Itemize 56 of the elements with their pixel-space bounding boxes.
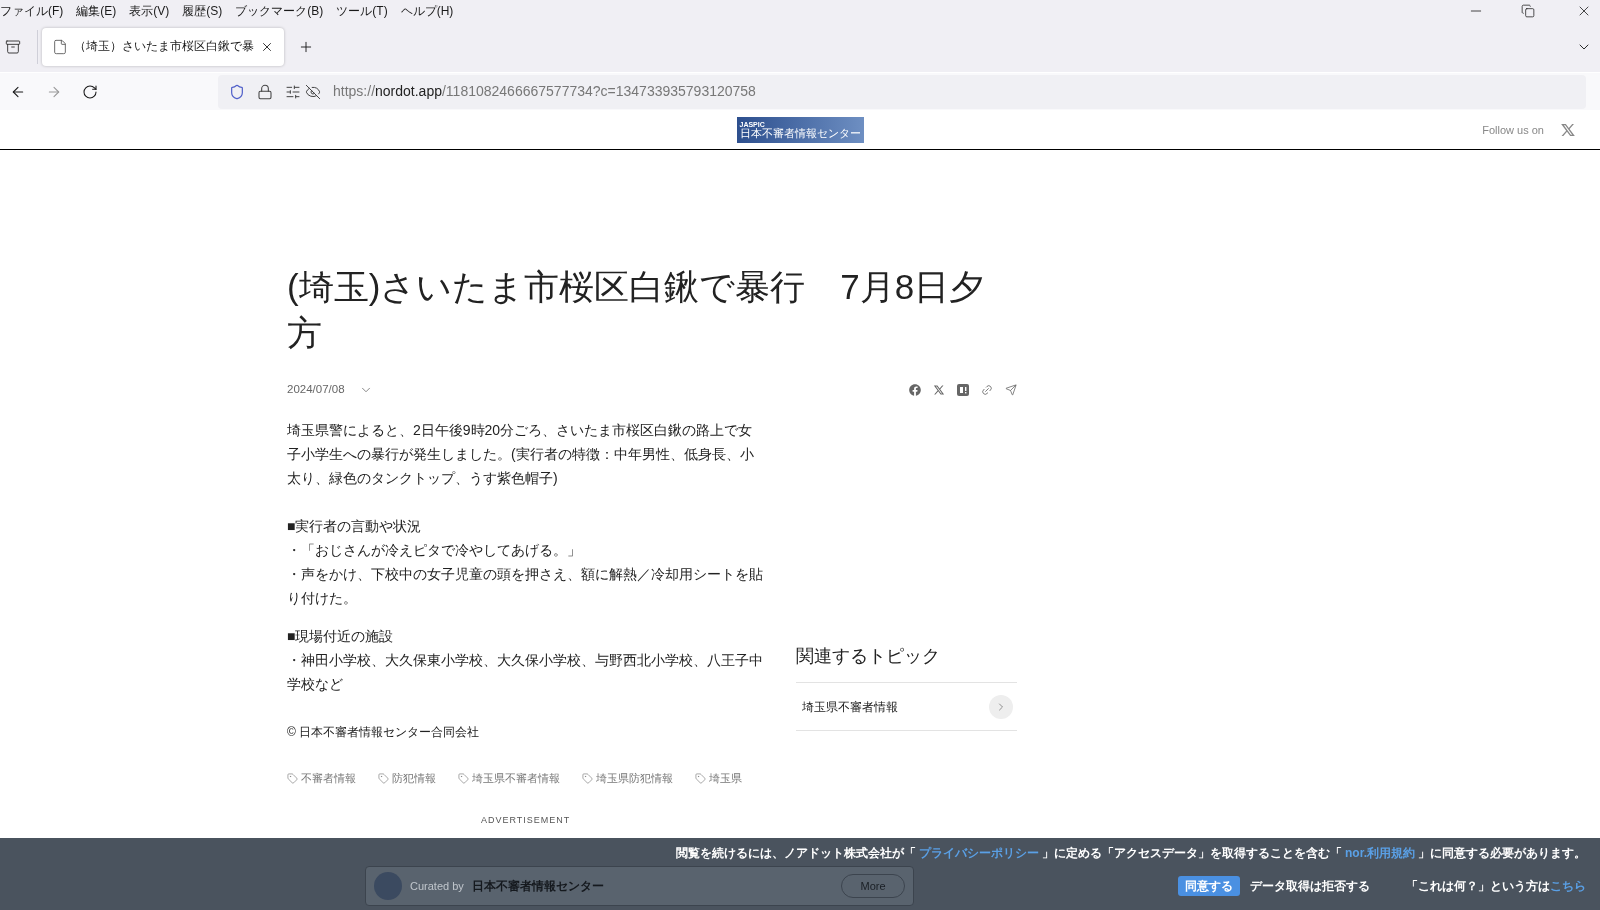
tag-icon — [378, 772, 389, 784]
topic-tag[interactable]: 埼玉県不審者情報 — [458, 766, 560, 790]
url-text: https://nordot.app/1181082466667577734?c=134733935793120758 — [333, 82, 756, 101]
copyright-text: © 日本不審者情報センター合同会社 — [287, 724, 481, 741]
curator-avatar — [374, 872, 402, 900]
article-paragraph: ■実行者の言動や状況 — [287, 517, 423, 536]
topic-tag[interactable]: 埼玉県防犯情報 — [582, 766, 673, 790]
bookmark-share-icon[interactable] — [957, 384, 969, 396]
send-icon[interactable] — [1005, 384, 1017, 396]
related-topic[interactable]: 埼玉県不審者情報 — [796, 683, 1017, 731]
x-share-icon[interactable] — [933, 384, 945, 396]
curator-name: 日本不審者情報センター — [471, 878, 604, 895]
article-paragraph: ・神田小学校、大久保東小学校、大久保小学校、与野西北小学校、八王子中学校など — [287, 651, 764, 694]
page-icon — [52, 39, 68, 55]
address-bar[interactable]: https://nordot.app/1181082466667577734?c=134733935793120758 — [218, 74, 1586, 109]
tab-groups-icon[interactable] — [5, 39, 21, 55]
menu-item[interactable]: ブックマーク(B) — [235, 2, 324, 20]
article-date: 2024/07/08 — [287, 382, 345, 398]
tag-icon — [287, 772, 298, 784]
curated-by-label: Curated by — [410, 878, 464, 894]
tag-icon — [582, 772, 593, 784]
shield-icon[interactable] — [229, 83, 245, 100]
menu-item[interactable]: 履歴(S) — [182, 2, 223, 20]
topic-tag[interactable]: 不審者情報 — [287, 766, 356, 790]
help-text: 「これは何？」という方はこちら — [1406, 878, 1586, 895]
x-logo-icon[interactable] — [1560, 122, 1576, 138]
reject-button[interactable]: データ取得は拒否する — [1250, 877, 1370, 895]
article-paragraph: ・「おじさんが冷えピタで冷やしてあげる。」 — [287, 541, 582, 560]
reload-icon[interactable] — [82, 83, 98, 100]
close-tab-icon[interactable] — [260, 40, 274, 54]
article-paragraph: ・声をかけ、下校中の女子児童の頭を押さえ、額に解熱／冷却用シートを貼り付けた。 — [287, 565, 764, 608]
article-paragraph: ■現場付近の施設 — [287, 627, 395, 646]
lock-icon[interactable] — [257, 83, 273, 100]
article-title: (埼玉)さいたま市桜区白鍬で暴行 7月8日夕方 — [287, 266, 986, 354]
follow-label: Follow us on — [1482, 122, 1544, 138]
consent-message: 閲覧を続けるには、ノアドット株式会社が「 プライバシーポリシー 」に定める「アクセスデータ」を取得することを含む「 nor.利用規約 」に同意する必要があります。 — [676, 845, 1586, 862]
advertisement-label: ADVERTISEMENT — [480, 814, 571, 827]
menu-item[interactable]: 編集(E) — [76, 2, 117, 20]
topic-tag[interactable]: 防犯情報 — [378, 766, 436, 790]
menu-item[interactable]: ファイル(F) — [0, 2, 64, 20]
tag-icon — [458, 772, 469, 784]
tag-icon — [695, 772, 706, 784]
menu-item[interactable]: ツール(T) — [336, 2, 388, 20]
logo-text: 日本不審者情報センター — [739, 128, 861, 139]
article-paragraph: 埼玉県警によると、2日午後9時20分ごろ、さいたま市桜区白鍬の路上で女子小学生への暴行が発生しました。(実行者の特徴：中年男性、低身長、小太り、緑色のタンクトップ、うす紫色帽子) — [287, 421, 755, 488]
new-tab-icon[interactable] — [298, 39, 314, 55]
facebook-share-icon[interactable] — [909, 384, 921, 396]
browser-tab[interactable]: （埼玉）さいたま市桜区白鍬で暴 — [42, 28, 284, 66]
tracking-off-icon[interactable] — [305, 83, 321, 100]
menu-item[interactable]: 表示(V) — [129, 2, 170, 20]
permissions-icon[interactable] — [285, 83, 301, 100]
restore-icon[interactable] — [1521, 4, 1535, 18]
topic-tag[interactable]: 埼玉県 — [695, 766, 742, 790]
menu-item[interactable]: ヘルプ(H) — [400, 2, 454, 20]
related-heading: 関連するトピック — [796, 643, 1017, 683]
tab-title: （埼玉）さいたま市桜区白鍬で暴 — [74, 39, 254, 55]
